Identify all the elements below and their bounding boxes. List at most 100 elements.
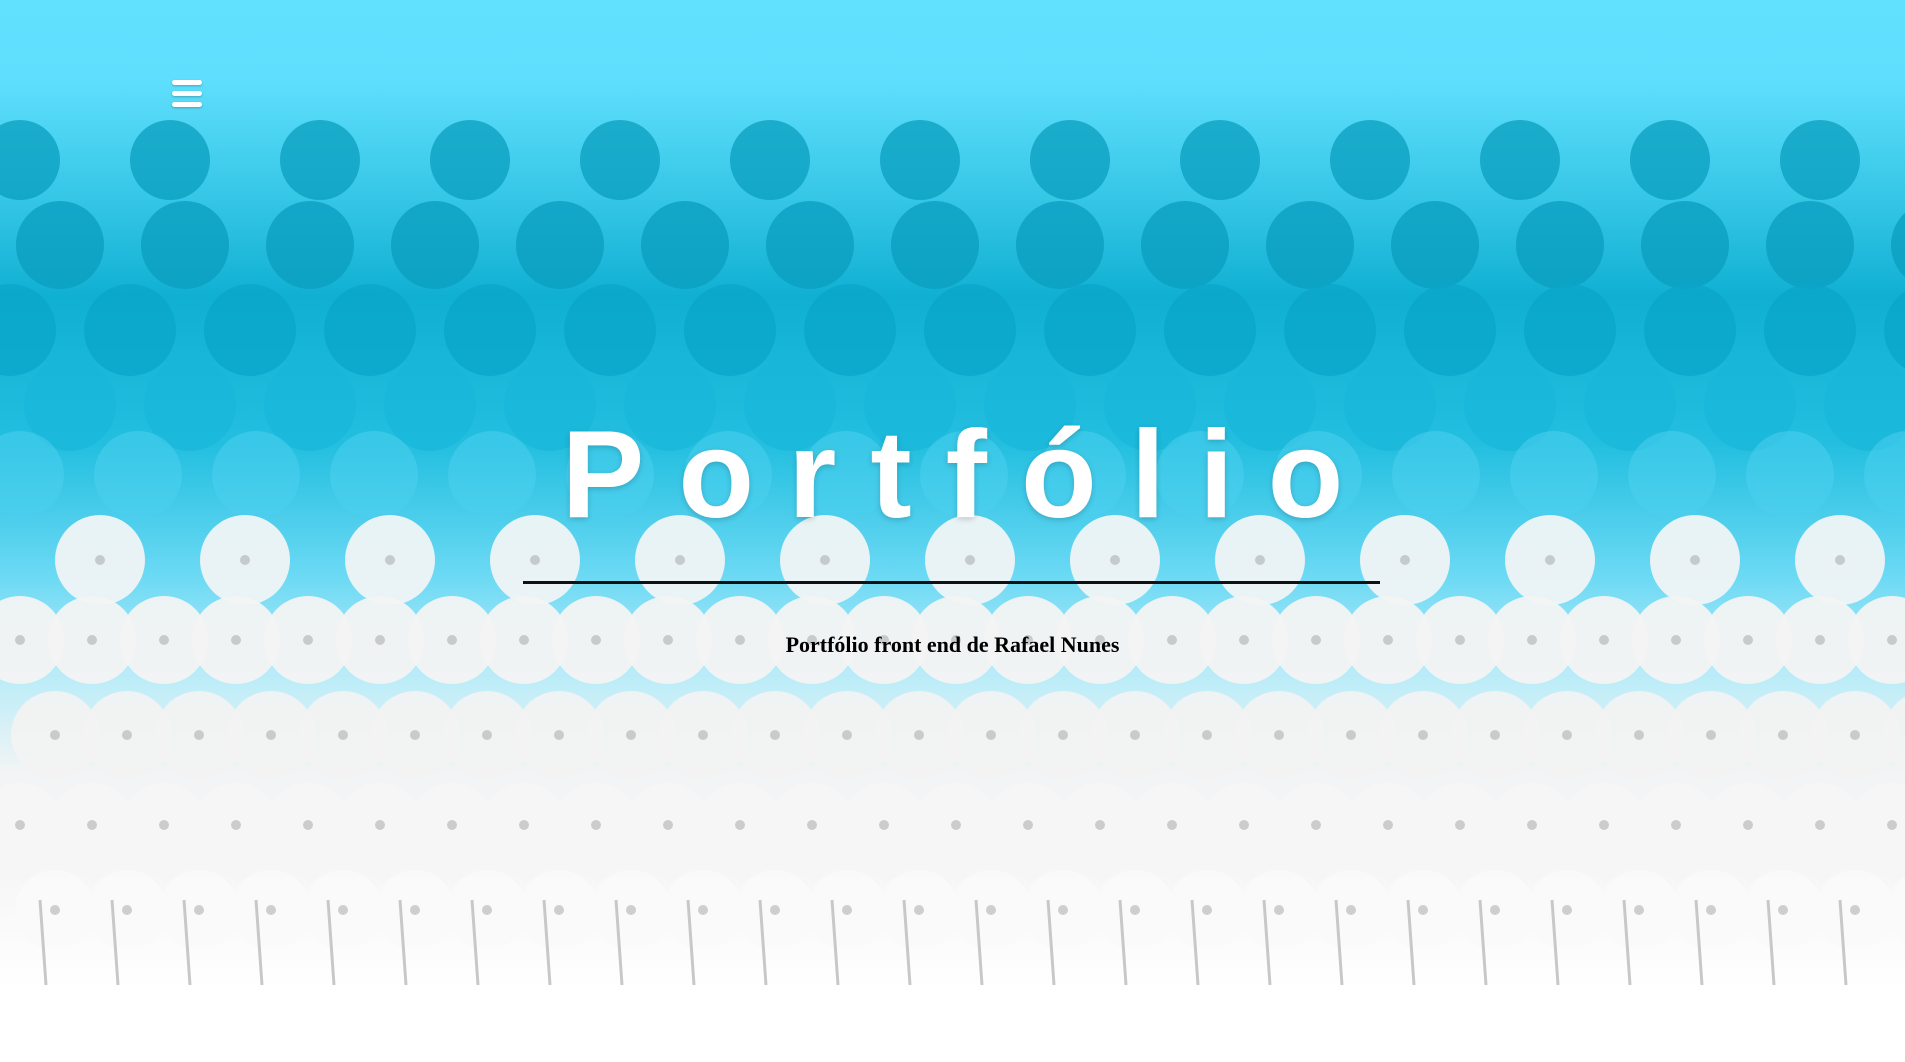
hamburger-menu-icon-bar: [172, 101, 202, 107]
dandelion-puff: [280, 120, 360, 200]
dandelion-puff: [1016, 201, 1104, 289]
dandelion-puff: [0, 284, 56, 376]
dandelion-seed-center: [1490, 905, 1500, 915]
dandelion-seed-center: [266, 905, 276, 915]
dandelion-puff: [564, 284, 656, 376]
dandelion-puff: [266, 201, 354, 289]
dandelion-seed-center: [87, 820, 97, 830]
dandelion-puff: [1630, 120, 1710, 200]
dandelion-seed-center: [1346, 730, 1356, 740]
dandelion-puff: [0, 120, 60, 200]
dandelion-puff: [1164, 284, 1256, 376]
dandelion-puff: [141, 201, 229, 289]
dandelion-seed-center: [1202, 730, 1212, 740]
dandelion-puff: [1330, 120, 1410, 200]
dandelion-seed-center: [410, 730, 420, 740]
dandelion-puff: [516, 201, 604, 289]
dandelion-seed-center: [1743, 820, 1753, 830]
dandelion-seed-center: [1274, 730, 1284, 740]
dandelion-puff: [684, 284, 776, 376]
dandelion-puff: [1516, 201, 1604, 289]
dandelion-seed-center: [1130, 730, 1140, 740]
dandelion-seed-center: [1130, 905, 1140, 915]
dandelion-seed-center: [842, 730, 852, 740]
dandelion-seed-center: [986, 730, 996, 740]
dandelion-seed-center: [1634, 905, 1644, 915]
page-subtitle: Portfólio front end de Rafael Nunes: [785, 632, 1120, 657]
dandelion-seed-center: [1095, 820, 1105, 830]
dandelion-seed-center: [266, 730, 276, 740]
dandelion-seed-center: [914, 730, 924, 740]
dandelion-puff: [1884, 291, 1905, 369]
dandelion-seed-center: [240, 555, 250, 565]
dandelion-seed-center: [1850, 905, 1860, 915]
dandelion-seed-center: [820, 555, 830, 565]
dandelion-seed-center: [965, 555, 975, 565]
dandelion-seed-center: [735, 820, 745, 830]
dandelion-puff: [730, 120, 810, 200]
dandelion-seed-center: [519, 820, 529, 830]
dandelion-seed-center: [626, 730, 636, 740]
dandelion-seed-center: [447, 820, 457, 830]
dandelion-puff: [1404, 284, 1496, 376]
menu-toggle-button[interactable]: [172, 75, 208, 111]
dandelion-seed-center: [1815, 820, 1825, 830]
dandelion-puff: [204, 284, 296, 376]
dandelion-puff: [924, 284, 1016, 376]
dandelion-puff: [1764, 284, 1856, 376]
dandelion-seed-center: [663, 820, 673, 830]
dandelion-seed-center: [879, 820, 889, 830]
dandelion-seed-center: [554, 730, 564, 740]
dandelion-puff: [1391, 201, 1479, 289]
dandelion-puff: [130, 120, 210, 200]
dandelion-seed-center: [122, 905, 132, 915]
dandelion-seed-center: [1545, 555, 1555, 565]
dandelion-seed-center: [1239, 820, 1249, 830]
dandelion-puff: [1766, 201, 1854, 289]
dandelion-puff: [1044, 284, 1136, 376]
dandelion-puff: [1141, 201, 1229, 289]
dandelion-puff: [1480, 120, 1560, 200]
dandelion-seed-center: [15, 820, 25, 830]
dandelion-seed-center: [194, 905, 204, 915]
dandelion-seed-center: [95, 555, 105, 565]
dandelion-seed-center: [1490, 730, 1500, 740]
dandelion-seed-center: [626, 905, 636, 915]
dandelion-seed-center: [231, 820, 241, 830]
dandelion-seed-center: [1778, 730, 1788, 740]
dandelion-seed-center: [914, 905, 924, 915]
dandelion-seed-center: [1400, 555, 1410, 565]
dandelion-seed-center: [1023, 820, 1033, 830]
dandelion-puff: [430, 120, 510, 200]
dandelion-puff: [1180, 120, 1260, 200]
dandelion-seed-center: [50, 730, 60, 740]
dandelion-seed-center: [1058, 730, 1068, 740]
dandelion-seed-center: [1455, 820, 1465, 830]
dandelion-seed-center: [482, 905, 492, 915]
dandelion-seed-center: [807, 820, 817, 830]
dandelion-puff: [1266, 201, 1354, 289]
dandelion-seed-center: [1706, 730, 1716, 740]
dandelion-seed-center: [482, 730, 492, 740]
dandelion-puff: [444, 284, 536, 376]
dandelion-puff: [1644, 284, 1736, 376]
dandelion-seed-center: [770, 730, 780, 740]
dandelion-seed-center: [1418, 730, 1428, 740]
hero-section: Portfólio Portfólio front end de Rafael …: [0, 0, 1905, 990]
dandelion-puff: [1030, 120, 1110, 200]
dandelion-seed-center: [1110, 555, 1120, 565]
dandelion-seed-center: [1634, 730, 1644, 740]
dandelion-seed-center: [1562, 730, 1572, 740]
dandelion-seed-center: [1599, 820, 1609, 830]
dandelion-seed-center: [1346, 905, 1356, 915]
dandelion-puff: [1524, 284, 1616, 376]
dandelion-puff: [1780, 120, 1860, 200]
dandelion-seed-center: [1850, 730, 1860, 740]
dandelion-puff: [1641, 201, 1729, 289]
dandelion-seed-center: [1778, 905, 1788, 915]
dandelion-seed-center: [1835, 555, 1845, 565]
dandelion-seed-center: [591, 820, 601, 830]
dandelion-seed-center: [1562, 905, 1572, 915]
dandelion-puff: [1891, 212, 1905, 278]
dandelion-seed-center: [986, 905, 996, 915]
